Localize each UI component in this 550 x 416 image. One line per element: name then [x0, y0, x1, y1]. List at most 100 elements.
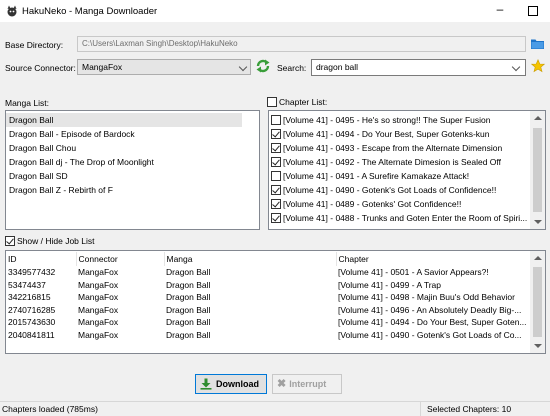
status-divider [420, 402, 421, 416]
job-table: ID Connector Manga Chapter 3349577432 Man… [6, 252, 533, 341]
table-row[interactable]: 342216815 MangaFox Dragon Ball [Volume 41] … [6, 291, 532, 304]
chapter-title: [Volume 41] - 0494 - Do Your Best, Super… [283, 129, 490, 139]
table-row[interactable]: 2040841811 MangaFox Dragon Ball [Volume 41]… [6, 329, 532, 342]
job-chapter-cell: [Volume 41] - 0498 - Majin Buu's Odd Beh… [338, 292, 515, 303]
chapter-title: [Volume 41] - 0490 - Gotenk's Got Loads … [283, 185, 497, 195]
chapter-title: [Volume 41] - 0489 - Gotenks' Got Confid… [283, 199, 462, 209]
chapter-list-checkbox[interactable] [267, 97, 277, 107]
table-row[interactable]: 2740716285 MangaFox Dragon Ball [Volume 41]… [6, 304, 532, 317]
star-icon[interactable] [531, 59, 545, 73]
chapter-list-item[interactable]: [Volume 41] - 0489 - Gotenks' Got Confid… [269, 197, 545, 211]
chapter-title: [Volume 41] - 0488 - Trunks and Goten En… [283, 213, 528, 223]
scroll-up-icon[interactable] [534, 116, 542, 120]
job-chapter-cell: [Volume 41] - 0499 - A Trap [338, 279, 442, 290]
column-header-id[interactable]: ID [6, 252, 77, 266]
table-row[interactable]: 53474437 MangaFox Dragon Ball [Volume 41] -… [6, 279, 532, 292]
chapter-checkbox[interactable] [271, 115, 281, 125]
chapter-title: [Volume 41] - 0491 - A Surefire Kamakaze… [283, 171, 470, 181]
job-connector-cell: MangaFox [78, 329, 119, 340]
download-button[interactable]: Download [195, 374, 267, 394]
job-connector-cell: MangaFox [78, 304, 119, 315]
manga-list-item[interactable]: Dragon Ball dj - The Drop of Moonlight [6, 155, 259, 169]
manga-list-label: Manga List: [5, 98, 49, 108]
refresh-icon[interactable] [255, 58, 271, 74]
interrupt-label: Interrupt [289, 379, 327, 389]
chevron-down-icon [238, 62, 248, 72]
job-id-cell: 3349577432 [8, 267, 56, 278]
chapter-checkbox[interactable] [271, 171, 281, 181]
app-icon [7, 5, 17, 17]
chapter-checkbox[interactable] [271, 129, 281, 139]
manga-list-item[interactable]: Dragon Ball - Episode of Bardock [6, 127, 259, 141]
manga-list-item[interactable]: Dragon Ball Chou [6, 141, 259, 155]
search-value: dragon ball [316, 62, 359, 72]
job-manga-cell: Dragon Ball [166, 267, 211, 278]
chapter-list-item[interactable]: [Volume 41] - 0495 - He's so strong!! Th… [269, 113, 545, 127]
chapter-list-item[interactable]: [Volume 41] - 0488 - Trunks and Goten En… [269, 211, 545, 225]
manga-list-item[interactable]: Dragon Ball Z - Rebirth of F [6, 183, 259, 197]
manga-list-item[interactable]: Dragon Ball SD [6, 169, 259, 183]
chapter-list[interactable]: [Volume 41] - 0495 - He's so strong!! Th… [268, 110, 546, 230]
job-manga-cell: Dragon Ball [166, 292, 211, 303]
scroll-thumb[interactable] [533, 128, 542, 212]
minimize-button[interactable]: – [492, 2, 508, 18]
chapter-checkbox[interactable] [271, 143, 281, 153]
job-manga-cell: Dragon Ball [166, 317, 211, 328]
job-list-checkbox[interactable] [5, 236, 15, 246]
job-id-cell: 342216815 [8, 292, 51, 303]
job-list-toggle-label: Show / Hide Job List [17, 236, 95, 246]
chapter-list-toggle[interactable]: Chapter List: [267, 97, 327, 107]
status-bar: Chapters loaded (785ms) Selected Chapter… [0, 401, 550, 416]
download-label: Download [216, 379, 259, 389]
scroll-down-icon[interactable] [534, 344, 542, 348]
scroll-down-icon[interactable] [534, 220, 542, 224]
job-chapter-cell: [Volume 41] - 0496 - An Absolutely Deadl… [338, 304, 522, 315]
chapter-list-label: Chapter List: [279, 97, 328, 107]
chapter-list-scrollbar[interactable] [530, 111, 545, 229]
chapter-list-item[interactable]: [Volume 41] - 0491 - A Surefire Kamakaze… [269, 169, 545, 183]
status-message: Chapters loaded (785ms) [2, 404, 98, 414]
interrupt-icon: ✖ [277, 378, 287, 390]
job-id-cell: 53474437 [8, 279, 46, 290]
chapter-checkbox[interactable] [271, 157, 281, 167]
job-id-cell: 2740716285 [8, 304, 56, 315]
chapter-list-item[interactable]: [Volume 41] - 0493 - Escape from the Alt… [269, 141, 545, 155]
column-header-connector[interactable]: Connector [76, 252, 165, 266]
chapter-checkbox[interactable] [271, 185, 281, 195]
chapter-list-item[interactable]: [Volume 41] - 0494 - Do Your Best, Super… [269, 127, 545, 141]
title-bar: HakuNeko - Manga Downloader – [0, 0, 550, 22]
table-row[interactable]: 2015743630 MangaFox Dragon Ball [Volume 41]… [6, 316, 532, 329]
maximize-button[interactable] [524, 2, 540, 18]
job-connector-cell: MangaFox [78, 279, 119, 290]
manga-list[interactable]: Dragon Ball Dragon Ball - Episode of Bar… [5, 110, 260, 230]
scroll-thumb[interactable] [533, 267, 542, 337]
chapter-checkbox[interactable] [271, 199, 281, 209]
job-connector-cell: MangaFox [78, 292, 119, 303]
source-connector-select[interactable]: MangaFox [77, 59, 251, 75]
chapter-list-item[interactable]: [Volume 41] - 0490 - Gotenk's Got Loads … [269, 183, 545, 197]
chapter-checkbox[interactable] [271, 213, 281, 223]
search-input[interactable]: dragon ball [311, 59, 526, 76]
chapter-title: [Volume 41] - 0495 - He's so strong!! Th… [283, 115, 491, 125]
manga-list-item[interactable]: Dragon Ball [6, 113, 242, 127]
job-list[interactable]: ID Connector Manga Chapter 3349577432 Man… [5, 250, 546, 354]
folder-icon[interactable] [531, 38, 544, 49]
job-id-cell: 2015743630 [8, 317, 56, 328]
column-header-chapter[interactable]: Chapter [336, 252, 533, 266]
base-directory-field[interactable]: C:\Users\Laxman Singh\Desktop\HakuNeko [77, 36, 526, 52]
job-chapter-cell: [Volume 41] - 0490 - Gotenk's Got Loads … [338, 329, 522, 340]
job-id-cell: 2040841811 [8, 329, 55, 340]
scroll-up-icon[interactable] [534, 256, 542, 260]
column-header-manga[interactable]: Manga [164, 252, 337, 266]
job-manga-cell: Dragon Ball [166, 329, 211, 340]
chapter-list-item[interactable]: [Volume 41] - 0492 - The Alternate Dimes… [269, 155, 545, 169]
source-connector-value: MangaFox [82, 62, 123, 72]
job-list-toggle[interactable]: Show / Hide Job List [5, 236, 94, 246]
chevron-down-icon [511, 62, 521, 72]
job-chapter-cell: [Volume 41] - 0501 - A Savior Appears?! [338, 267, 489, 278]
interrupt-button[interactable]: ✖ Interrupt [272, 374, 342, 394]
job-connector-cell: MangaFox [78, 267, 119, 278]
job-chapter-cell: [Volume 41] - 0494 - Do Your Best, Super… [338, 317, 527, 328]
job-list-scrollbar[interactable] [530, 251, 545, 353]
table-row[interactable]: 3349577432 MangaFox Dragon Ball [Volume 41]… [6, 266, 532, 279]
